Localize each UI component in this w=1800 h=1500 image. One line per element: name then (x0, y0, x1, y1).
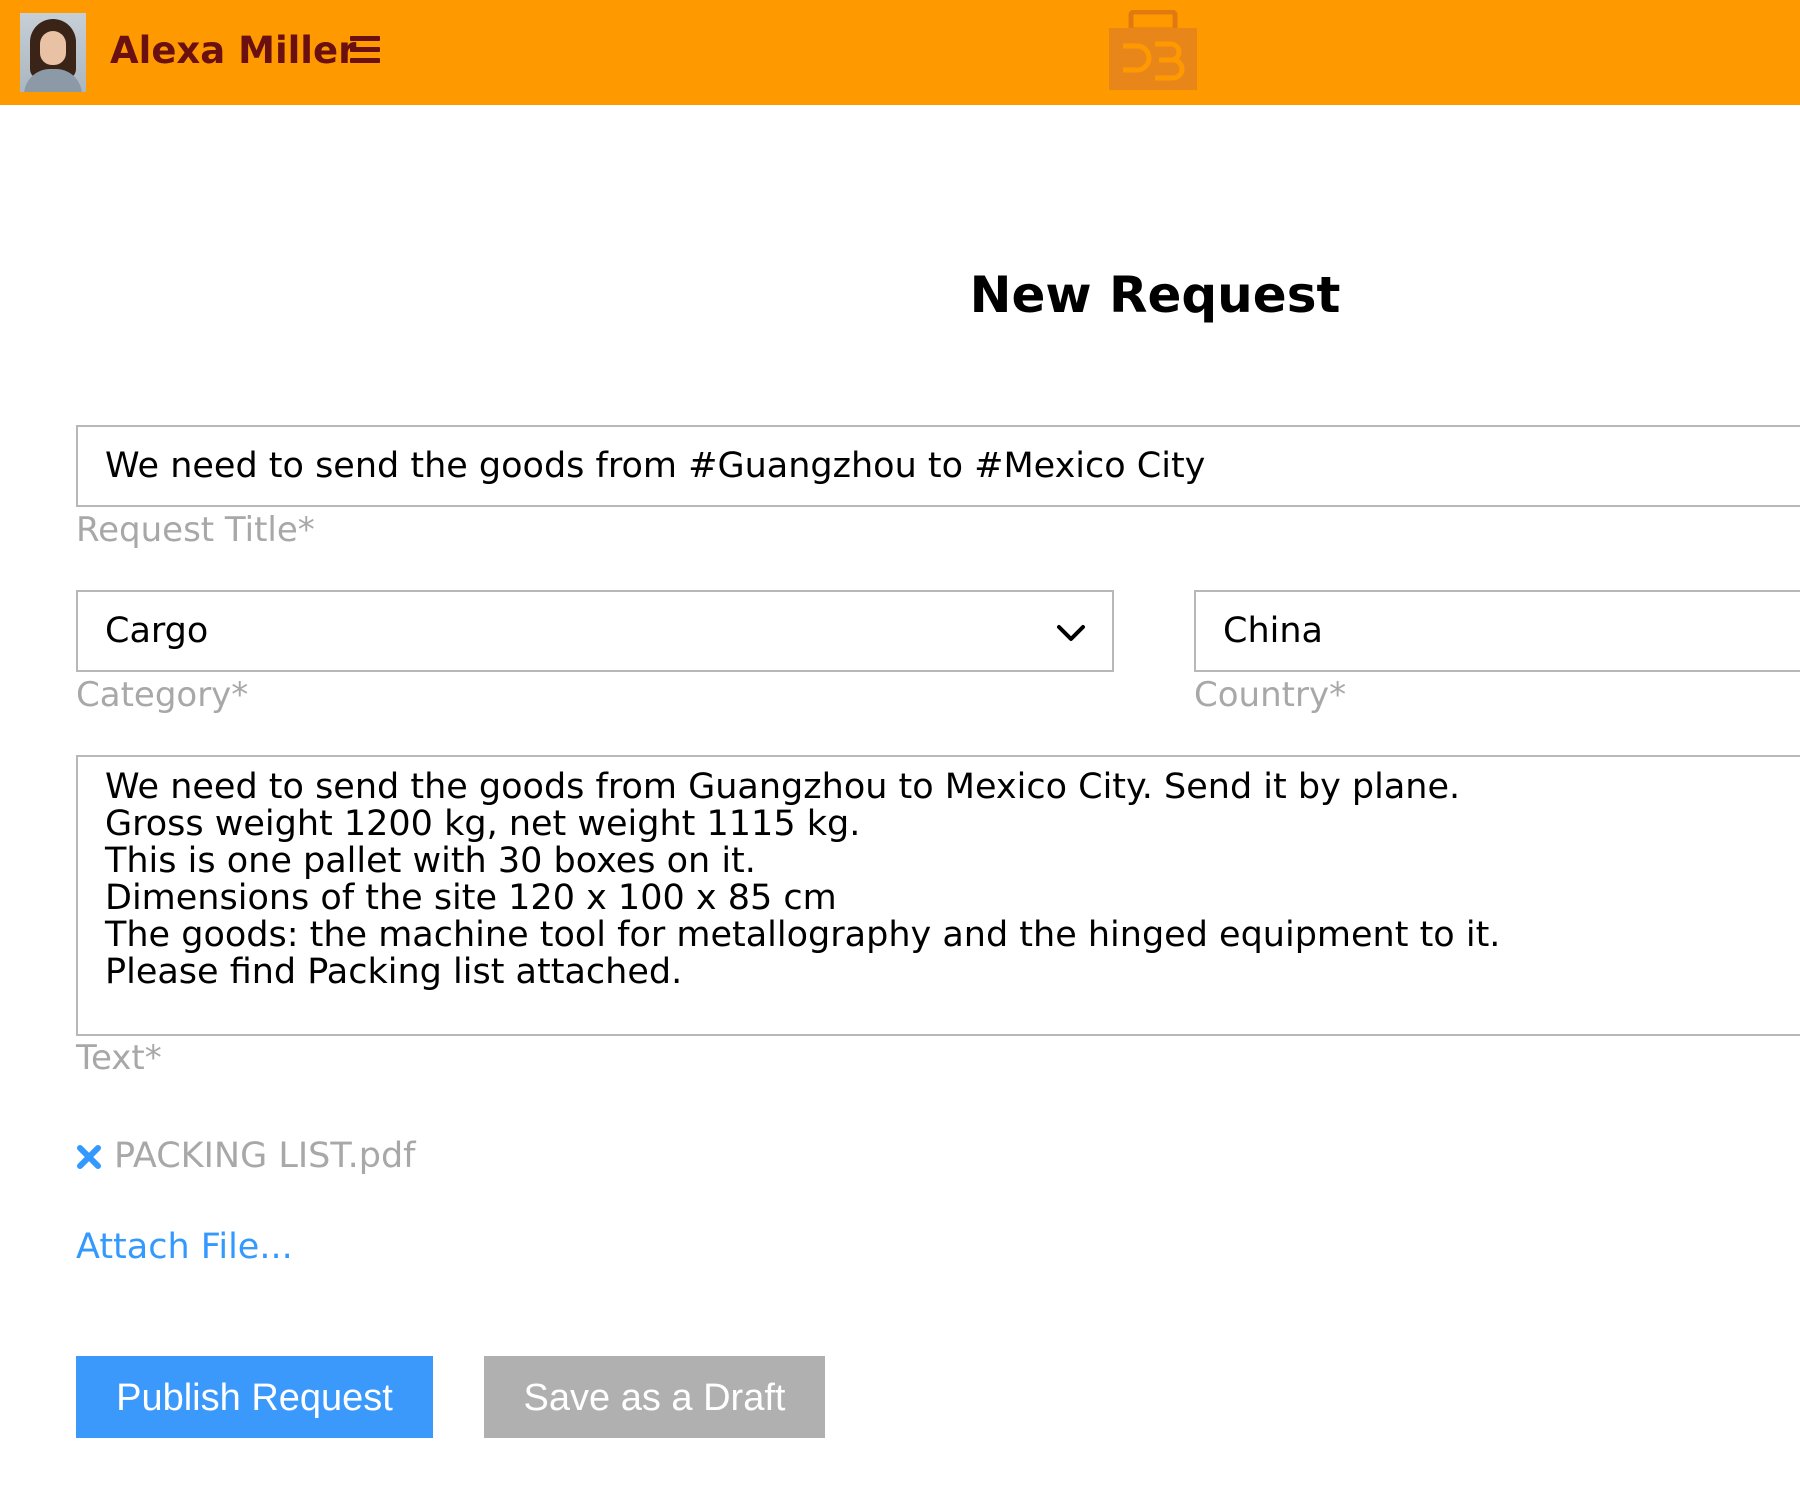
attachment-name: PACKING LIST.pdf (114, 1136, 416, 1176)
avatar-face (40, 31, 66, 65)
country-input[interactable]: China (1194, 590, 1800, 672)
country-label: Country* (1194, 675, 1347, 715)
category-select[interactable]: Cargo (76, 590, 1114, 672)
user-name[interactable]: Alexa Miller (110, 26, 356, 76)
request-text-label: Text* (76, 1038, 162, 1078)
request-title-label: Request Title* (76, 510, 315, 550)
category-label: Category* (76, 675, 249, 715)
attach-file-link[interactable]: Attach File... (76, 1223, 293, 1271)
top-bar: Alexa Miller (0, 0, 1800, 105)
chevron-down-icon[interactable] (1052, 614, 1090, 652)
category-value: Cargo (105, 611, 209, 651)
request-title-input[interactable]: We need to send the goods from #Guangzho… (76, 425, 1800, 507)
page-title: New Request (969, 266, 1341, 324)
close-icon[interactable] (76, 1144, 102, 1170)
publish-request-button[interactable]: Publish Request (76, 1356, 433, 1438)
hamburger-menu-icon[interactable] (350, 36, 380, 64)
save-draft-button[interactable]: Save as a Draft (484, 1356, 825, 1438)
request-text-area[interactable]: We need to send the goods from Guangzhou… (76, 755, 1800, 1036)
logo-icon (1109, 10, 1197, 90)
avatar[interactable] (20, 13, 86, 92)
